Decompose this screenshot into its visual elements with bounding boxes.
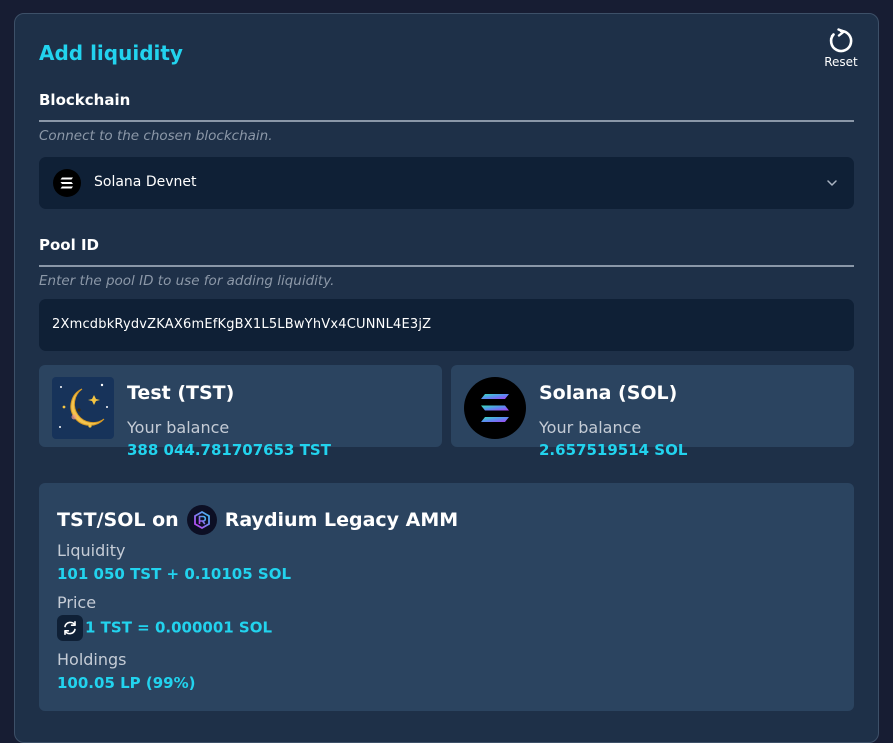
pool-id-input[interactable]: 2XmcdbkRydvZKAX6mEfKgBX1L5LBwYhVx4CUNNL4… [39, 299, 854, 351]
pool-info-card: TST/SOL on Raydium Legacy AMM Liquidity … [39, 483, 854, 711]
holdings-label: Holdings [57, 650, 127, 669]
blockchain-label: Blockchain [39, 91, 131, 109]
blockchain-divider [39, 120, 854, 122]
balance-value: 388 044.781707653 TST [127, 441, 331, 459]
reset-icon [829, 28, 853, 53]
reset-label: Reset [824, 55, 858, 69]
selected-blockchain: Solana Devnet [94, 174, 197, 190]
pool-id-label: Pool ID [39, 236, 99, 254]
tst-token-icon [52, 377, 114, 439]
sol-token-icon [464, 377, 526, 439]
liquidity-value: 101 050 TST + 0.10105 SOL [57, 565, 292, 583]
pool-id-divider [39, 265, 854, 267]
reset-button[interactable]: Reset [821, 28, 861, 69]
solana-logo-icon [53, 169, 81, 197]
balance-label: Your balance [539, 418, 642, 437]
price-label: Price [57, 593, 97, 612]
liquidity-label: Liquidity [57, 541, 126, 560]
token-card-sol: Solana (SOL) Your balance 2.657519514 SO… [451, 365, 854, 459]
balance-value: 2.657519514 SOL [539, 441, 688, 459]
amm-name: Raydium Legacy AMM [224, 509, 459, 531]
holdings-value: 100.05 LP (99%) [57, 674, 196, 692]
pool-id-value: 2XmcdbkRydvZKAX6mEfKgBX1L5LBwYhVx4CUNNL4… [52, 317, 432, 332]
chevron-down-icon [827, 180, 837, 186]
swap-price-button[interactable] [57, 615, 83, 641]
token-card-tst: Test (TST) Your balance 388 044.78170765… [39, 365, 442, 459]
token-name: Solana (SOL) [539, 382, 678, 404]
pair-label: TST/SOL on [57, 509, 179, 531]
pool-title: TST/SOL on Raydium Legacy AMM [57, 505, 458, 535]
balance-label: Your balance [127, 418, 230, 437]
raydium-logo-icon [186, 505, 217, 535]
page-title: Add liquidity [39, 41, 183, 65]
price-value: 1 TST = 0.000001 SOL [85, 618, 273, 637]
token-name: Test (TST) [127, 382, 235, 404]
add-liquidity-panel: Add liquidity Reset Blockchain Connect t… [14, 13, 879, 743]
price-row: 1 TST = 0.000001 SOL [57, 615, 272, 641]
blockchain-select[interactable]: Solana Devnet [39, 157, 854, 209]
pool-id-hint: Enter the pool ID to use for adding liqu… [39, 273, 335, 289]
swap-icon [64, 621, 76, 635]
blockchain-hint: Connect to the chosen blockchain. [39, 128, 273, 144]
